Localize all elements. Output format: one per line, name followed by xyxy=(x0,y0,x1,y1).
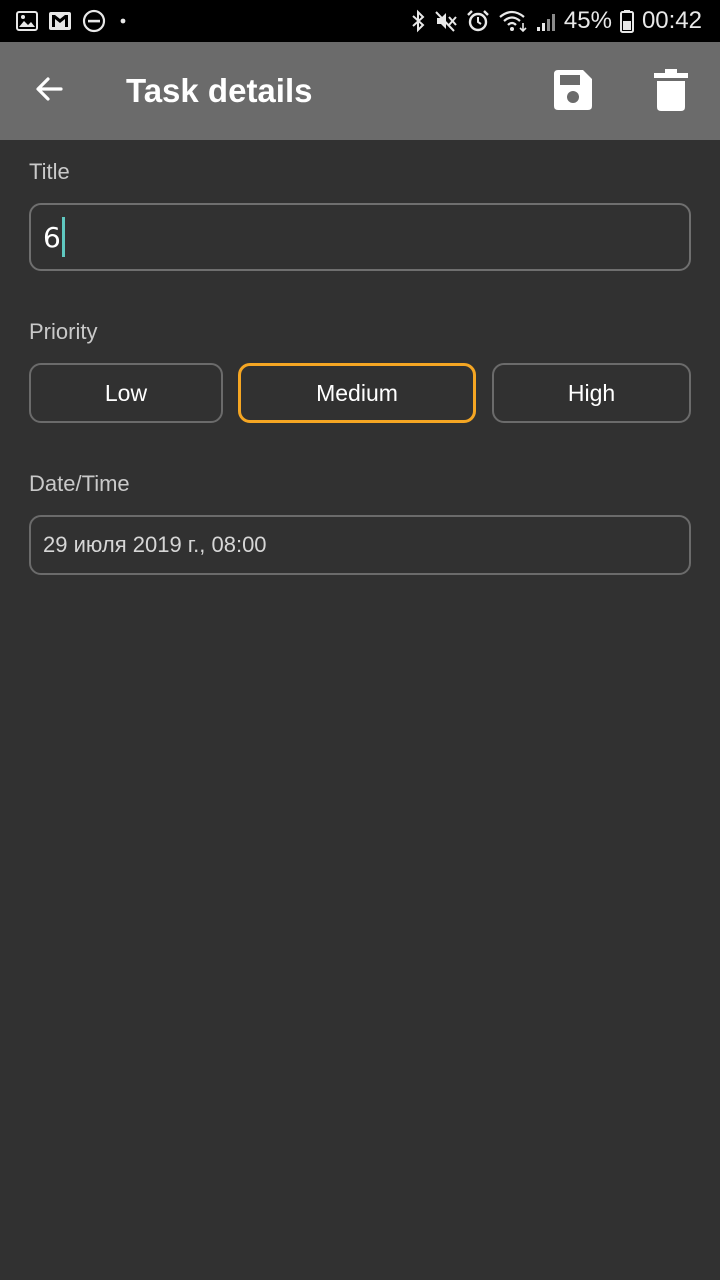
status-time: 00:42 xyxy=(641,7,702,34)
alarm-icon xyxy=(466,9,490,33)
delete-button[interactable] xyxy=(646,66,696,118)
trash-icon xyxy=(653,68,689,117)
status-bar: 45% 00:42 xyxy=(0,0,720,42)
battery-percent: 45% xyxy=(563,7,612,34)
gmail-icon xyxy=(48,11,72,31)
title-label: Title xyxy=(29,159,70,184)
save-button[interactable] xyxy=(546,66,598,118)
priority-medium-button[interactable]: Medium xyxy=(238,363,476,423)
back-button[interactable] xyxy=(22,66,76,116)
mute-icon xyxy=(434,9,458,33)
image-icon xyxy=(16,11,38,31)
status-bar-right: 45% 00:42 xyxy=(410,6,702,36)
datetime-field[interactable]: 29 июля 2019 г., 08:00 xyxy=(29,515,691,575)
signal-icon xyxy=(536,9,556,33)
bluetooth-icon xyxy=(410,9,426,33)
title-value: 6 xyxy=(43,220,61,254)
save-icon xyxy=(550,68,594,117)
priority-low-button[interactable]: Low xyxy=(29,363,223,423)
priority-high-button[interactable]: High xyxy=(492,363,691,423)
dnd-icon xyxy=(82,9,106,33)
arrow-back-icon xyxy=(33,73,65,110)
priority-label: Priority xyxy=(29,319,98,344)
battery-icon xyxy=(619,9,634,33)
text-cursor xyxy=(61,217,65,257)
datetime-value: 29 июля 2019 г., 08:00 xyxy=(43,532,267,557)
app-bar: Task details xyxy=(0,42,720,140)
status-bar-left xyxy=(16,8,130,34)
title-input[interactable]: 6 xyxy=(29,203,691,271)
dot-icon xyxy=(116,11,130,31)
datetime-label: Date/Time xyxy=(29,471,130,496)
wifi-icon xyxy=(498,9,528,33)
page-title: Task details xyxy=(126,72,313,109)
